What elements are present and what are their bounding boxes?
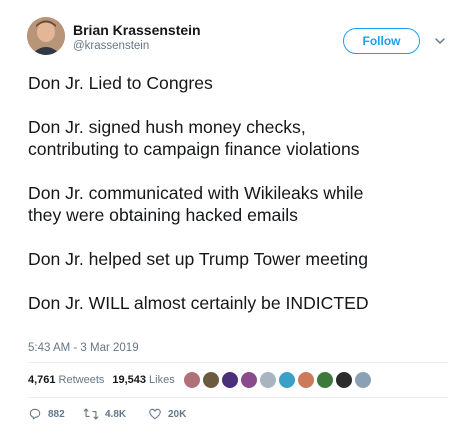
likes-stat[interactable]: 19,543 Likes [112, 374, 174, 386]
liker-avatar[interactable] [316, 371, 334, 389]
tweet-paragraph: Don Jr. signed hush money checks, contri… [28, 116, 468, 160]
likes-label: Likes [149, 374, 175, 386]
tweet-line: contributing to campaign finance violati… [28, 139, 360, 159]
engagement-stats: 4,761 Retweets 19,543 Likes [28, 374, 175, 386]
retweet-count: 4.8K [105, 408, 127, 420]
retweet-action[interactable]: 4.8K [83, 406, 126, 422]
tweet-line: Don Jr. helped set up Trump Tower meetin… [28, 249, 369, 269]
tweet-timestamp[interactable]: 5:43 AM - 3 Mar 2019 [28, 342, 139, 354]
tweet-line: Don Jr. communicated with Wikileaks whil… [28, 183, 364, 203]
like-count: 20K [168, 408, 187, 420]
divider [28, 397, 448, 398]
reply-count: 882 [48, 408, 65, 420]
chevron-down-icon[interactable] [434, 35, 446, 47]
heart-icon [149, 408, 161, 420]
retweets-stat[interactable]: 4,761 Retweets [28, 374, 104, 386]
author-avatar[interactable] [27, 17, 65, 55]
profile-photo-icon [27, 17, 65, 55]
tweet-paragraph: Don Jr. WILL almost certainly be INDICTE… [28, 292, 468, 314]
retweets-label: Retweets [58, 374, 105, 386]
tweet-line: they were obtaining hacked emails [28, 205, 298, 225]
tweet-line: Don Jr. WILL almost certainly be INDICTE… [28, 293, 369, 313]
reply-icon [29, 408, 41, 420]
tweet-paragraph: Don Jr. communicated with Wikileaks whil… [28, 182, 468, 226]
author-display-name[interactable]: Brian Krassenstein [73, 22, 201, 38]
liker-avatar[interactable] [278, 371, 296, 389]
tweet-line: Don Jr. Lied to Congres [28, 73, 213, 93]
tweet-card: Brian Krassenstein @krassenstein Follow … [0, 0, 475, 432]
liker-avatar[interactable] [183, 371, 201, 389]
tweet-paragraph: Don Jr. Lied to Congres [28, 72, 468, 94]
likes-count: 19,543 [112, 374, 147, 386]
liker-avatar[interactable] [297, 371, 315, 389]
tweet-text: Don Jr. Lied to Congres Don Jr. signed h… [28, 72, 468, 314]
follow-button[interactable]: Follow [343, 28, 420, 54]
tweet-line: Don Jr. signed hush money checks, [28, 117, 306, 137]
liker-avatar[interactable] [202, 371, 220, 389]
like-action[interactable]: 20K [148, 406, 186, 422]
reply-action[interactable]: 882 [28, 406, 65, 422]
tweet-paragraph: Don Jr. helped set up Trump Tower meetin… [28, 248, 468, 270]
liker-avatar[interactable] [354, 371, 372, 389]
retweets-count: 4,761 [28, 374, 56, 386]
liker-avatar[interactable] [221, 371, 239, 389]
liker-avatar[interactable] [259, 371, 277, 389]
liker-avatar[interactable] [335, 371, 353, 389]
retweet-icon [83, 408, 99, 420]
divider [28, 362, 448, 363]
author-handle[interactable]: @krassenstein [73, 40, 149, 52]
liker-avatar[interactable] [240, 371, 258, 389]
